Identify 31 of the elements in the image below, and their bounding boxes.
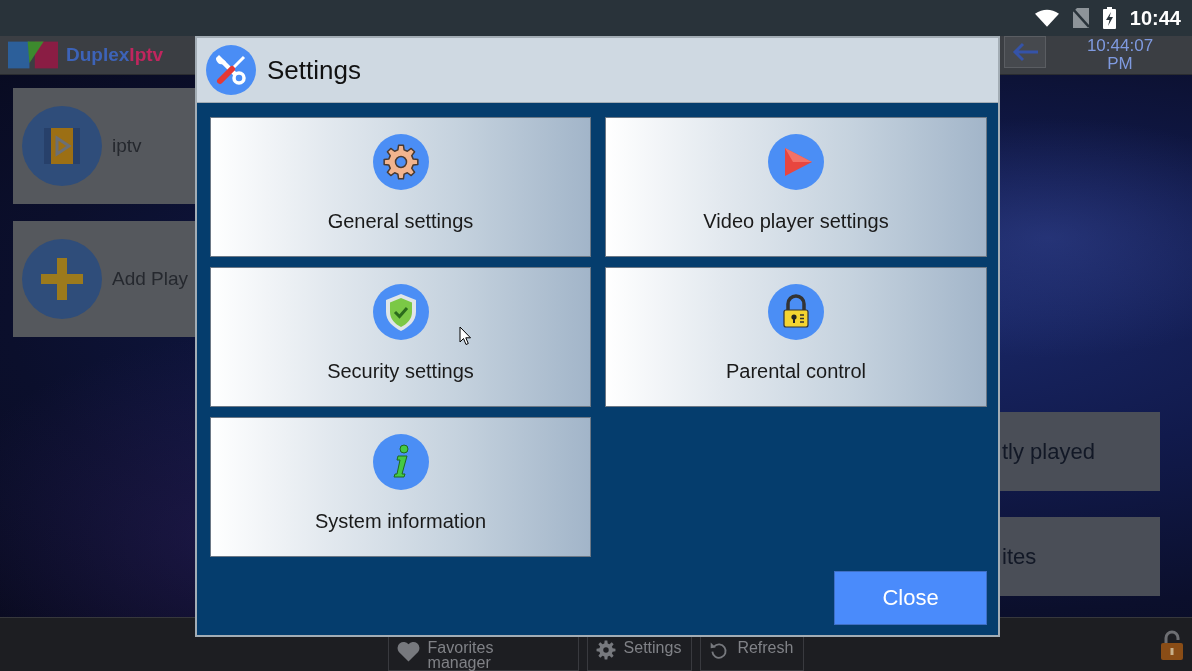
info-icon bbox=[372, 434, 429, 490]
settings-option-tile[interactable]: Security settings bbox=[210, 267, 591, 407]
battery-charging-icon bbox=[1102, 7, 1116, 29]
status-time: 10:44 bbox=[1129, 6, 1181, 30]
wifi-icon bbox=[1034, 9, 1059, 27]
clock-period: PM bbox=[1107, 55, 1133, 73]
no-sim-icon bbox=[1072, 8, 1089, 28]
padlock-icon bbox=[768, 284, 824, 340]
settings-option-tile[interactable]: General settings bbox=[210, 117, 591, 257]
wrench-screwdriver-icon bbox=[206, 45, 256, 95]
logo-icon bbox=[8, 41, 58, 69]
clock-time: 10:44:07 bbox=[1086, 37, 1154, 55]
logo-text: DuplexIptv bbox=[66, 44, 164, 66]
shield-check-icon bbox=[372, 284, 429, 340]
gear-icon bbox=[372, 134, 429, 190]
mouse-cursor-icon bbox=[459, 326, 472, 346]
heart-icon bbox=[396, 640, 420, 662]
close-button[interactable]: Close bbox=[834, 571, 987, 625]
plus-icon bbox=[22, 239, 102, 319]
gear-icon bbox=[595, 640, 616, 660]
action-label: tly played bbox=[1002, 438, 1095, 465]
film-play-icon bbox=[22, 106, 102, 186]
padlock-icon bbox=[1160, 629, 1184, 660]
play-icon bbox=[768, 134, 824, 190]
settings-option-tile[interactable]: System information bbox=[210, 417, 591, 557]
arrow-left-icon bbox=[1012, 42, 1038, 62]
settings-option-tile[interactable]: Parental control bbox=[605, 267, 987, 407]
action-label: ites bbox=[1002, 543, 1037, 570]
back-button[interactable] bbox=[1004, 36, 1046, 68]
settings-option-tile[interactable]: Video player settings bbox=[605, 117, 987, 257]
dialog-title: Settings bbox=[267, 54, 361, 86]
